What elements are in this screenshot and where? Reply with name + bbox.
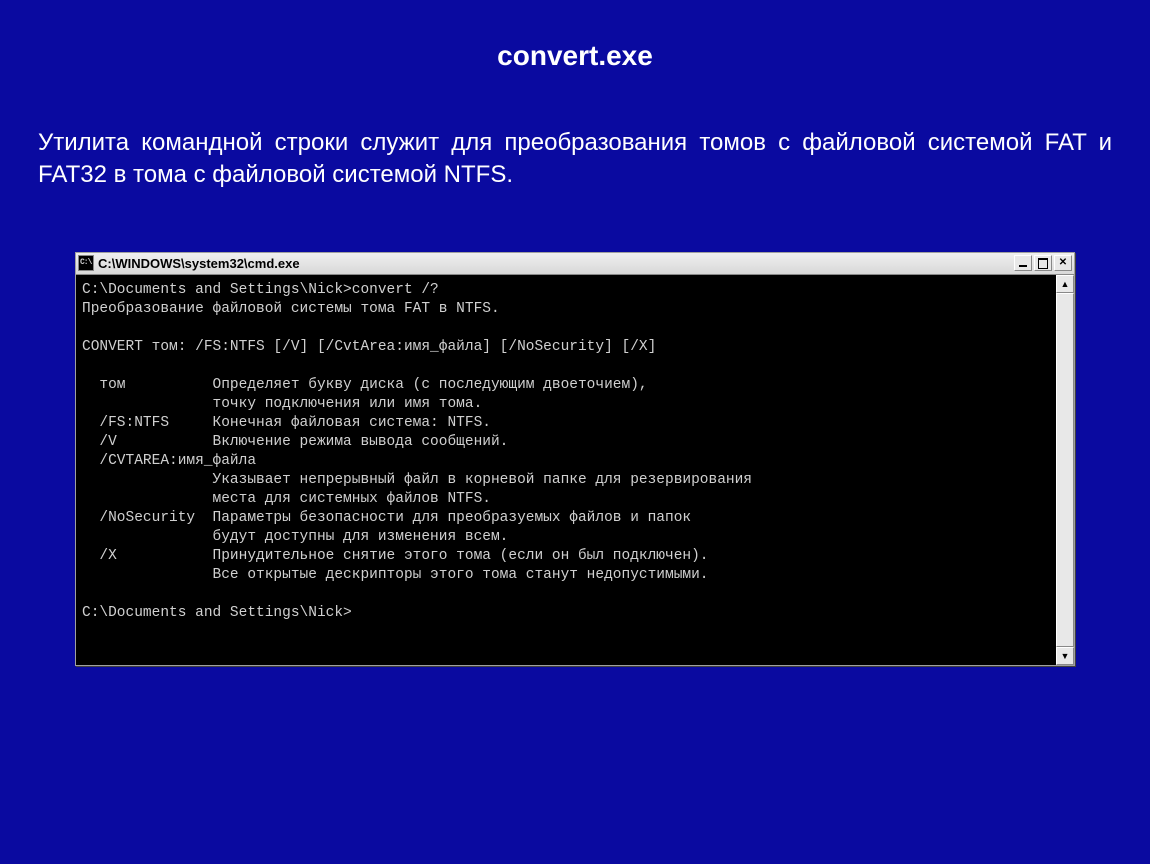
minimize-button[interactable] [1014, 255, 1032, 271]
scroll-up-button[interactable]: ▲ [1056, 275, 1074, 293]
slide-description: Утилита командной строки служит для прео… [35, 127, 1115, 192]
slide-title: convert.exe [35, 40, 1115, 72]
scroll-track[interactable] [1056, 293, 1074, 647]
vertical-scrollbar[interactable]: ▲ ▼ [1056, 275, 1074, 665]
scroll-down-button[interactable]: ▼ [1056, 647, 1074, 665]
window-titlebar[interactable]: C:\ C:\WINDOWS\system32\cmd.exe [76, 253, 1074, 275]
slide: convert.exe Утилита командной строки слу… [0, 0, 1150, 864]
cmd-icon: C:\ [78, 255, 94, 271]
cmd-window: C:\ C:\WINDOWS\system32\cmd.exe C:\Docum… [75, 252, 1075, 666]
window-title: C:\WINDOWS\system32\cmd.exe [98, 256, 1014, 271]
close-button[interactable] [1054, 255, 1072, 271]
cmd-body: C:\Documents and Settings\Nick>convert /… [76, 275, 1074, 665]
maximize-button[interactable] [1034, 255, 1052, 271]
terminal-output[interactable]: C:\Documents and Settings\Nick>convert /… [76, 275, 1056, 665]
window-buttons [1014, 255, 1072, 271]
scroll-thumb[interactable] [1056, 293, 1074, 647]
